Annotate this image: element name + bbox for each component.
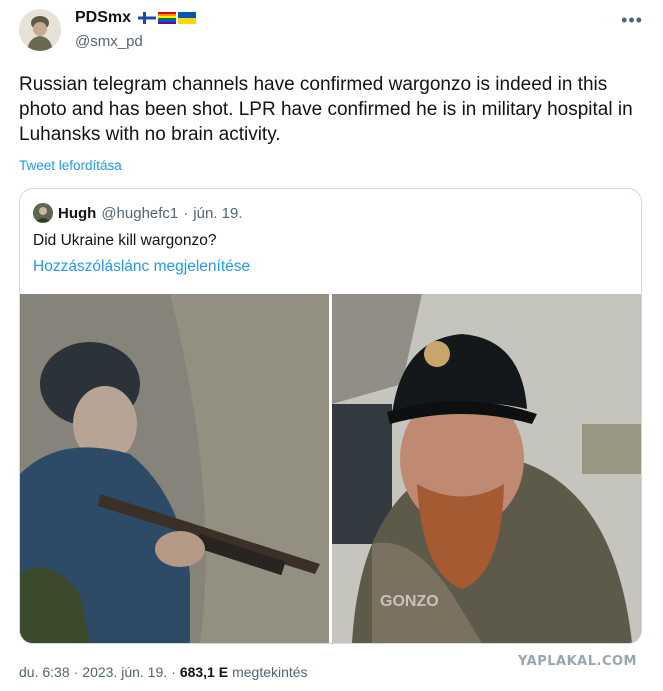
finland-flag-icon: [138, 12, 157, 24]
quoted-avatar[interactable]: [33, 203, 53, 223]
more-options-icon[interactable]: •••: [621, 10, 643, 31]
quoted-name[interactable]: Hugh: [58, 205, 96, 222]
tweet-date[interactable]: 2023. jún. 19.: [82, 664, 167, 680]
quoted-media: GONZO: [20, 294, 641, 643]
quoted-text: Did Ukraine kill wargonzo?: [33, 232, 217, 249]
quoted-tweet[interactable]: Hugh @hughefc1 · jún. 19. Did Ukraine ki…: [19, 188, 642, 644]
tweet-footer: du. 6:38 · 2023. jún. 19. · 683,1 E megt…: [19, 664, 308, 680]
translate-link[interactable]: Tweet lefordítása: [19, 158, 122, 173]
avatar-image: [19, 9, 61, 51]
quoted-date[interactable]: jún. 19.: [193, 205, 242, 222]
dot-separator: ·: [171, 664, 176, 680]
tweet-time[interactable]: du. 6:38: [19, 664, 70, 680]
watermark: YAPLAKAL.COM: [518, 654, 637, 669]
gonzo-patch-text: GONZO: [380, 593, 439, 610]
views-count: 683,1 E: [179, 664, 229, 680]
dot-separator: ·: [73, 664, 79, 680]
author-name-row[interactable]: PDSmx: [75, 9, 197, 27]
show-thread-link[interactable]: Hozzászóláslánc megjelenítése: [33, 258, 250, 276]
quoted-handle[interactable]: @hughefc1: [101, 205, 178, 222]
soldier-with-rifle-image: [20, 294, 329, 643]
quoted-photo-1[interactable]: [20, 294, 329, 643]
author-name[interactable]: PDSmx: [75, 9, 131, 27]
dot-separator: ·: [183, 204, 189, 222]
author-avatar[interactable]: [19, 9, 61, 51]
tweet-text: Russian telegram channels have confirmed…: [19, 74, 633, 145]
quoted-photo-2[interactable]: GONZO: [332, 294, 641, 643]
ukraine-flag-icon: [178, 12, 197, 24]
author-flags: [138, 12, 197, 24]
bearded-man-cap-image: GONZO: [332, 294, 641, 643]
quoted-header: Hugh @hughefc1 · jún. 19.: [33, 203, 243, 223]
rainbow-flag-icon: [158, 12, 177, 24]
views-label: megtekintés: [232, 664, 308, 680]
author-handle[interactable]: @smx_pd: [75, 33, 143, 50]
